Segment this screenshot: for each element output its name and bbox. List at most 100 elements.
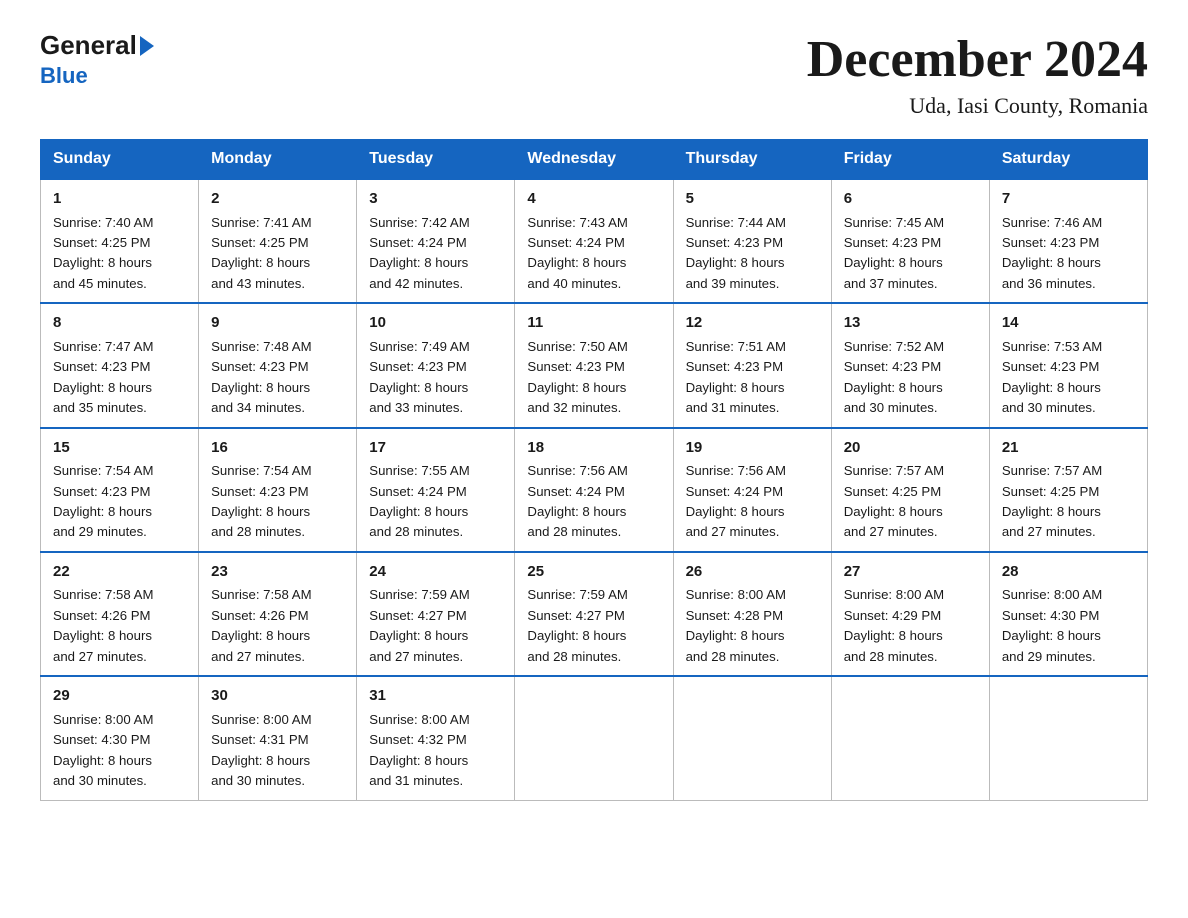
day-info: Sunrise: 8:00 AMSunset: 4:28 PMDaylight:…	[686, 585, 819, 667]
logo-arrow-icon	[140, 36, 154, 56]
table-row	[989, 676, 1147, 800]
day-info: Sunrise: 7:54 AMSunset: 4:23 PMDaylight:…	[211, 461, 344, 543]
table-row	[831, 676, 989, 800]
day-number: 17	[369, 437, 502, 460]
table-row: 16Sunrise: 7:54 AMSunset: 4:23 PMDayligh…	[199, 428, 357, 552]
day-number: 15	[53, 437, 186, 460]
col-sunday: Sunday	[41, 140, 199, 180]
calendar-week-row: 29Sunrise: 8:00 AMSunset: 4:30 PMDayligh…	[41, 676, 1148, 800]
day-number: 22	[53, 561, 186, 584]
col-tuesday: Tuesday	[357, 140, 515, 180]
table-row: 14Sunrise: 7:53 AMSunset: 4:23 PMDayligh…	[989, 303, 1147, 427]
table-row: 21Sunrise: 7:57 AMSunset: 4:25 PMDayligh…	[989, 428, 1147, 552]
table-row: 1Sunrise: 7:40 AMSunset: 4:25 PMDaylight…	[41, 179, 199, 303]
day-info: Sunrise: 7:47 AMSunset: 4:23 PMDaylight:…	[53, 337, 186, 419]
day-info: Sunrise: 7:53 AMSunset: 4:23 PMDaylight:…	[1002, 337, 1135, 419]
day-info: Sunrise: 7:58 AMSunset: 4:26 PMDaylight:…	[53, 585, 186, 667]
day-number: 29	[53, 685, 186, 708]
day-info: Sunrise: 8:00 AMSunset: 4:30 PMDaylight:…	[53, 710, 186, 792]
day-number: 25	[527, 561, 660, 584]
day-info: Sunrise: 7:52 AMSunset: 4:23 PMDaylight:…	[844, 337, 977, 419]
day-number: 26	[686, 561, 819, 584]
day-info: Sunrise: 7:57 AMSunset: 4:25 PMDaylight:…	[1002, 461, 1135, 543]
day-number: 2	[211, 188, 344, 211]
table-row: 18Sunrise: 7:56 AMSunset: 4:24 PMDayligh…	[515, 428, 673, 552]
col-wednesday: Wednesday	[515, 140, 673, 180]
table-row: 11Sunrise: 7:50 AMSunset: 4:23 PMDayligh…	[515, 303, 673, 427]
day-info: Sunrise: 7:42 AMSunset: 4:24 PMDaylight:…	[369, 213, 502, 295]
day-info: Sunrise: 7:44 AMSunset: 4:23 PMDaylight:…	[686, 213, 819, 295]
table-row: 5Sunrise: 7:44 AMSunset: 4:23 PMDaylight…	[673, 179, 831, 303]
table-row: 22Sunrise: 7:58 AMSunset: 4:26 PMDayligh…	[41, 552, 199, 676]
day-info: Sunrise: 8:00 AMSunset: 4:31 PMDaylight:…	[211, 710, 344, 792]
calendar-week-row: 8Sunrise: 7:47 AMSunset: 4:23 PMDaylight…	[41, 303, 1148, 427]
day-number: 27	[844, 561, 977, 584]
day-number: 14	[1002, 312, 1135, 335]
table-row: 3Sunrise: 7:42 AMSunset: 4:24 PMDaylight…	[357, 179, 515, 303]
day-info: Sunrise: 7:45 AMSunset: 4:23 PMDaylight:…	[844, 213, 977, 295]
day-number: 20	[844, 437, 977, 460]
table-row: 20Sunrise: 7:57 AMSunset: 4:25 PMDayligh…	[831, 428, 989, 552]
day-info: Sunrise: 7:55 AMSunset: 4:24 PMDaylight:…	[369, 461, 502, 543]
table-row: 13Sunrise: 7:52 AMSunset: 4:23 PMDayligh…	[831, 303, 989, 427]
calendar-week-row: 1Sunrise: 7:40 AMSunset: 4:25 PMDaylight…	[41, 179, 1148, 303]
day-number: 12	[686, 312, 819, 335]
day-info: Sunrise: 7:51 AMSunset: 4:23 PMDaylight:…	[686, 337, 819, 419]
day-number: 31	[369, 685, 502, 708]
day-info: Sunrise: 8:00 AMSunset: 4:29 PMDaylight:…	[844, 585, 977, 667]
table-row: 23Sunrise: 7:58 AMSunset: 4:26 PMDayligh…	[199, 552, 357, 676]
col-monday: Monday	[199, 140, 357, 180]
calendar-title: December 2024	[807, 30, 1148, 89]
table-row: 15Sunrise: 7:54 AMSunset: 4:23 PMDayligh…	[41, 428, 199, 552]
table-row: 31Sunrise: 8:00 AMSunset: 4:32 PMDayligh…	[357, 676, 515, 800]
day-number: 3	[369, 188, 502, 211]
table-row: 27Sunrise: 8:00 AMSunset: 4:29 PMDayligh…	[831, 552, 989, 676]
table-row: 19Sunrise: 7:56 AMSunset: 4:24 PMDayligh…	[673, 428, 831, 552]
table-row: 4Sunrise: 7:43 AMSunset: 4:24 PMDaylight…	[515, 179, 673, 303]
day-info: Sunrise: 7:59 AMSunset: 4:27 PMDaylight:…	[369, 585, 502, 667]
table-row: 9Sunrise: 7:48 AMSunset: 4:23 PMDaylight…	[199, 303, 357, 427]
day-number: 8	[53, 312, 186, 335]
logo-general-text: General	[40, 30, 137, 61]
day-number: 19	[686, 437, 819, 460]
table-row: 17Sunrise: 7:55 AMSunset: 4:24 PMDayligh…	[357, 428, 515, 552]
day-number: 6	[844, 188, 977, 211]
day-info: Sunrise: 7:57 AMSunset: 4:25 PMDaylight:…	[844, 461, 977, 543]
table-row: 28Sunrise: 8:00 AMSunset: 4:30 PMDayligh…	[989, 552, 1147, 676]
day-number: 1	[53, 188, 186, 211]
day-info: Sunrise: 7:40 AMSunset: 4:25 PMDaylight:…	[53, 213, 186, 295]
day-number: 4	[527, 188, 660, 211]
day-info: Sunrise: 7:43 AMSunset: 4:24 PMDaylight:…	[527, 213, 660, 295]
table-row: 29Sunrise: 8:00 AMSunset: 4:30 PMDayligh…	[41, 676, 199, 800]
day-info: Sunrise: 8:00 AMSunset: 4:32 PMDaylight:…	[369, 710, 502, 792]
day-info: Sunrise: 7:50 AMSunset: 4:23 PMDaylight:…	[527, 337, 660, 419]
header-row: Sunday Monday Tuesday Wednesday Thursday…	[41, 140, 1148, 180]
table-row: 8Sunrise: 7:47 AMSunset: 4:23 PMDaylight…	[41, 303, 199, 427]
day-info: Sunrise: 7:56 AMSunset: 4:24 PMDaylight:…	[527, 461, 660, 543]
day-number: 18	[527, 437, 660, 460]
col-saturday: Saturday	[989, 140, 1147, 180]
day-info: Sunrise: 7:48 AMSunset: 4:23 PMDaylight:…	[211, 337, 344, 419]
day-number: 30	[211, 685, 344, 708]
calendar-week-row: 15 Sunrise: 7:54 AMSunset: 4:23 PMDayligh…	[41, 428, 1148, 552]
logo-text: General	[40, 30, 157, 61]
day-number: 28	[1002, 561, 1135, 584]
title-section: December 2024 Uda, Iasi County, Romania	[807, 30, 1148, 119]
day-info: Sunrise: 7:58 AMSunset: 4:26 PMDaylight:…	[211, 585, 344, 667]
col-thursday: Thursday	[673, 140, 831, 180]
calendar-week-row: 22Sunrise: 7:58 AMSunset: 4:26 PMDayligh…	[41, 552, 1148, 676]
day-info: Sunrise: 7:59 AMSunset: 4:27 PMDaylight:…	[527, 585, 660, 667]
day-number: 13	[844, 312, 977, 335]
table-row: 24Sunrise: 7:59 AMSunset: 4:27 PMDayligh…	[357, 552, 515, 676]
table-row: 2Sunrise: 7:41 AMSunset: 4:25 PMDaylight…	[199, 179, 357, 303]
logo: General Blue	[40, 30, 157, 89]
day-info: Sunrise: 7:46 AMSunset: 4:23 PMDaylight:…	[1002, 213, 1135, 295]
day-number: 23	[211, 561, 344, 584]
day-info: Sunrise: 7:49 AMSunset: 4:23 PMDaylight:…	[369, 337, 502, 419]
day-number: 24	[369, 561, 502, 584]
calendar-subtitle: Uda, Iasi County, Romania	[807, 93, 1148, 119]
table-row: 25Sunrise: 7:59 AMSunset: 4:27 PMDayligh…	[515, 552, 673, 676]
page-header: General Blue December 2024 Uda, Iasi Cou…	[40, 30, 1148, 119]
table-row	[515, 676, 673, 800]
logo-blue-text: Blue	[40, 63, 88, 89]
